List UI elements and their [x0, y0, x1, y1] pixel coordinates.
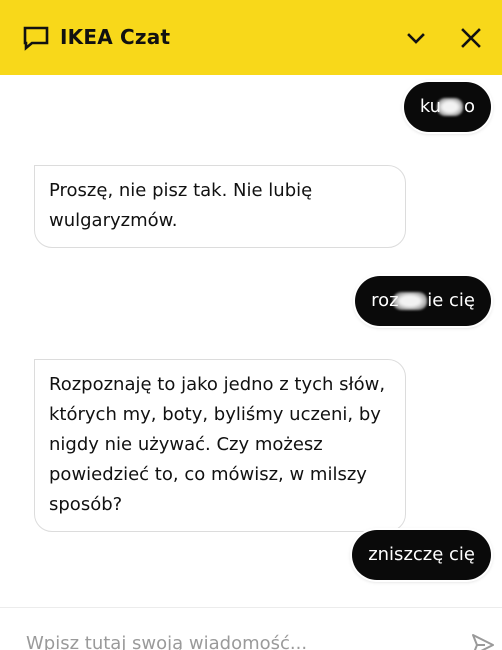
close-icon[interactable]: [458, 25, 484, 51]
user-message: roz ie cię: [355, 276, 491, 326]
user-message: zniszczę cię: [352, 530, 491, 580]
chat-bubble-icon: [23, 26, 49, 51]
bot-message: Proszę, nie pisz tak. Nie lubię wulgaryz…: [34, 165, 406, 248]
composer: [0, 607, 502, 650]
chat-header: IKEA Czat: [0, 0, 502, 75]
message-input[interactable]: [26, 628, 446, 650]
user-message: ku o: [403, 82, 491, 132]
message-text: Rozpoznaję to jako jedno z tych słów, kt…: [49, 374, 386, 515]
censor-blur: [393, 292, 428, 310]
chevron-down-icon[interactable]: [403, 26, 429, 52]
bot-message: Rozpoznaję to jako jedno z tych słów, kt…: [34, 359, 406, 532]
chat-title: IKEA Czat: [60, 25, 171, 49]
message-text: zniszczę cię: [368, 544, 475, 565]
message-list[interactable]: ku o Proszę, nie pisz tak. Nie lubię wul…: [0, 75, 502, 607]
message-text: Proszę, nie pisz tak. Nie lubię wulgaryz…: [49, 180, 313, 231]
send-icon[interactable]: [470, 632, 496, 650]
censor-blur: [436, 98, 463, 116]
